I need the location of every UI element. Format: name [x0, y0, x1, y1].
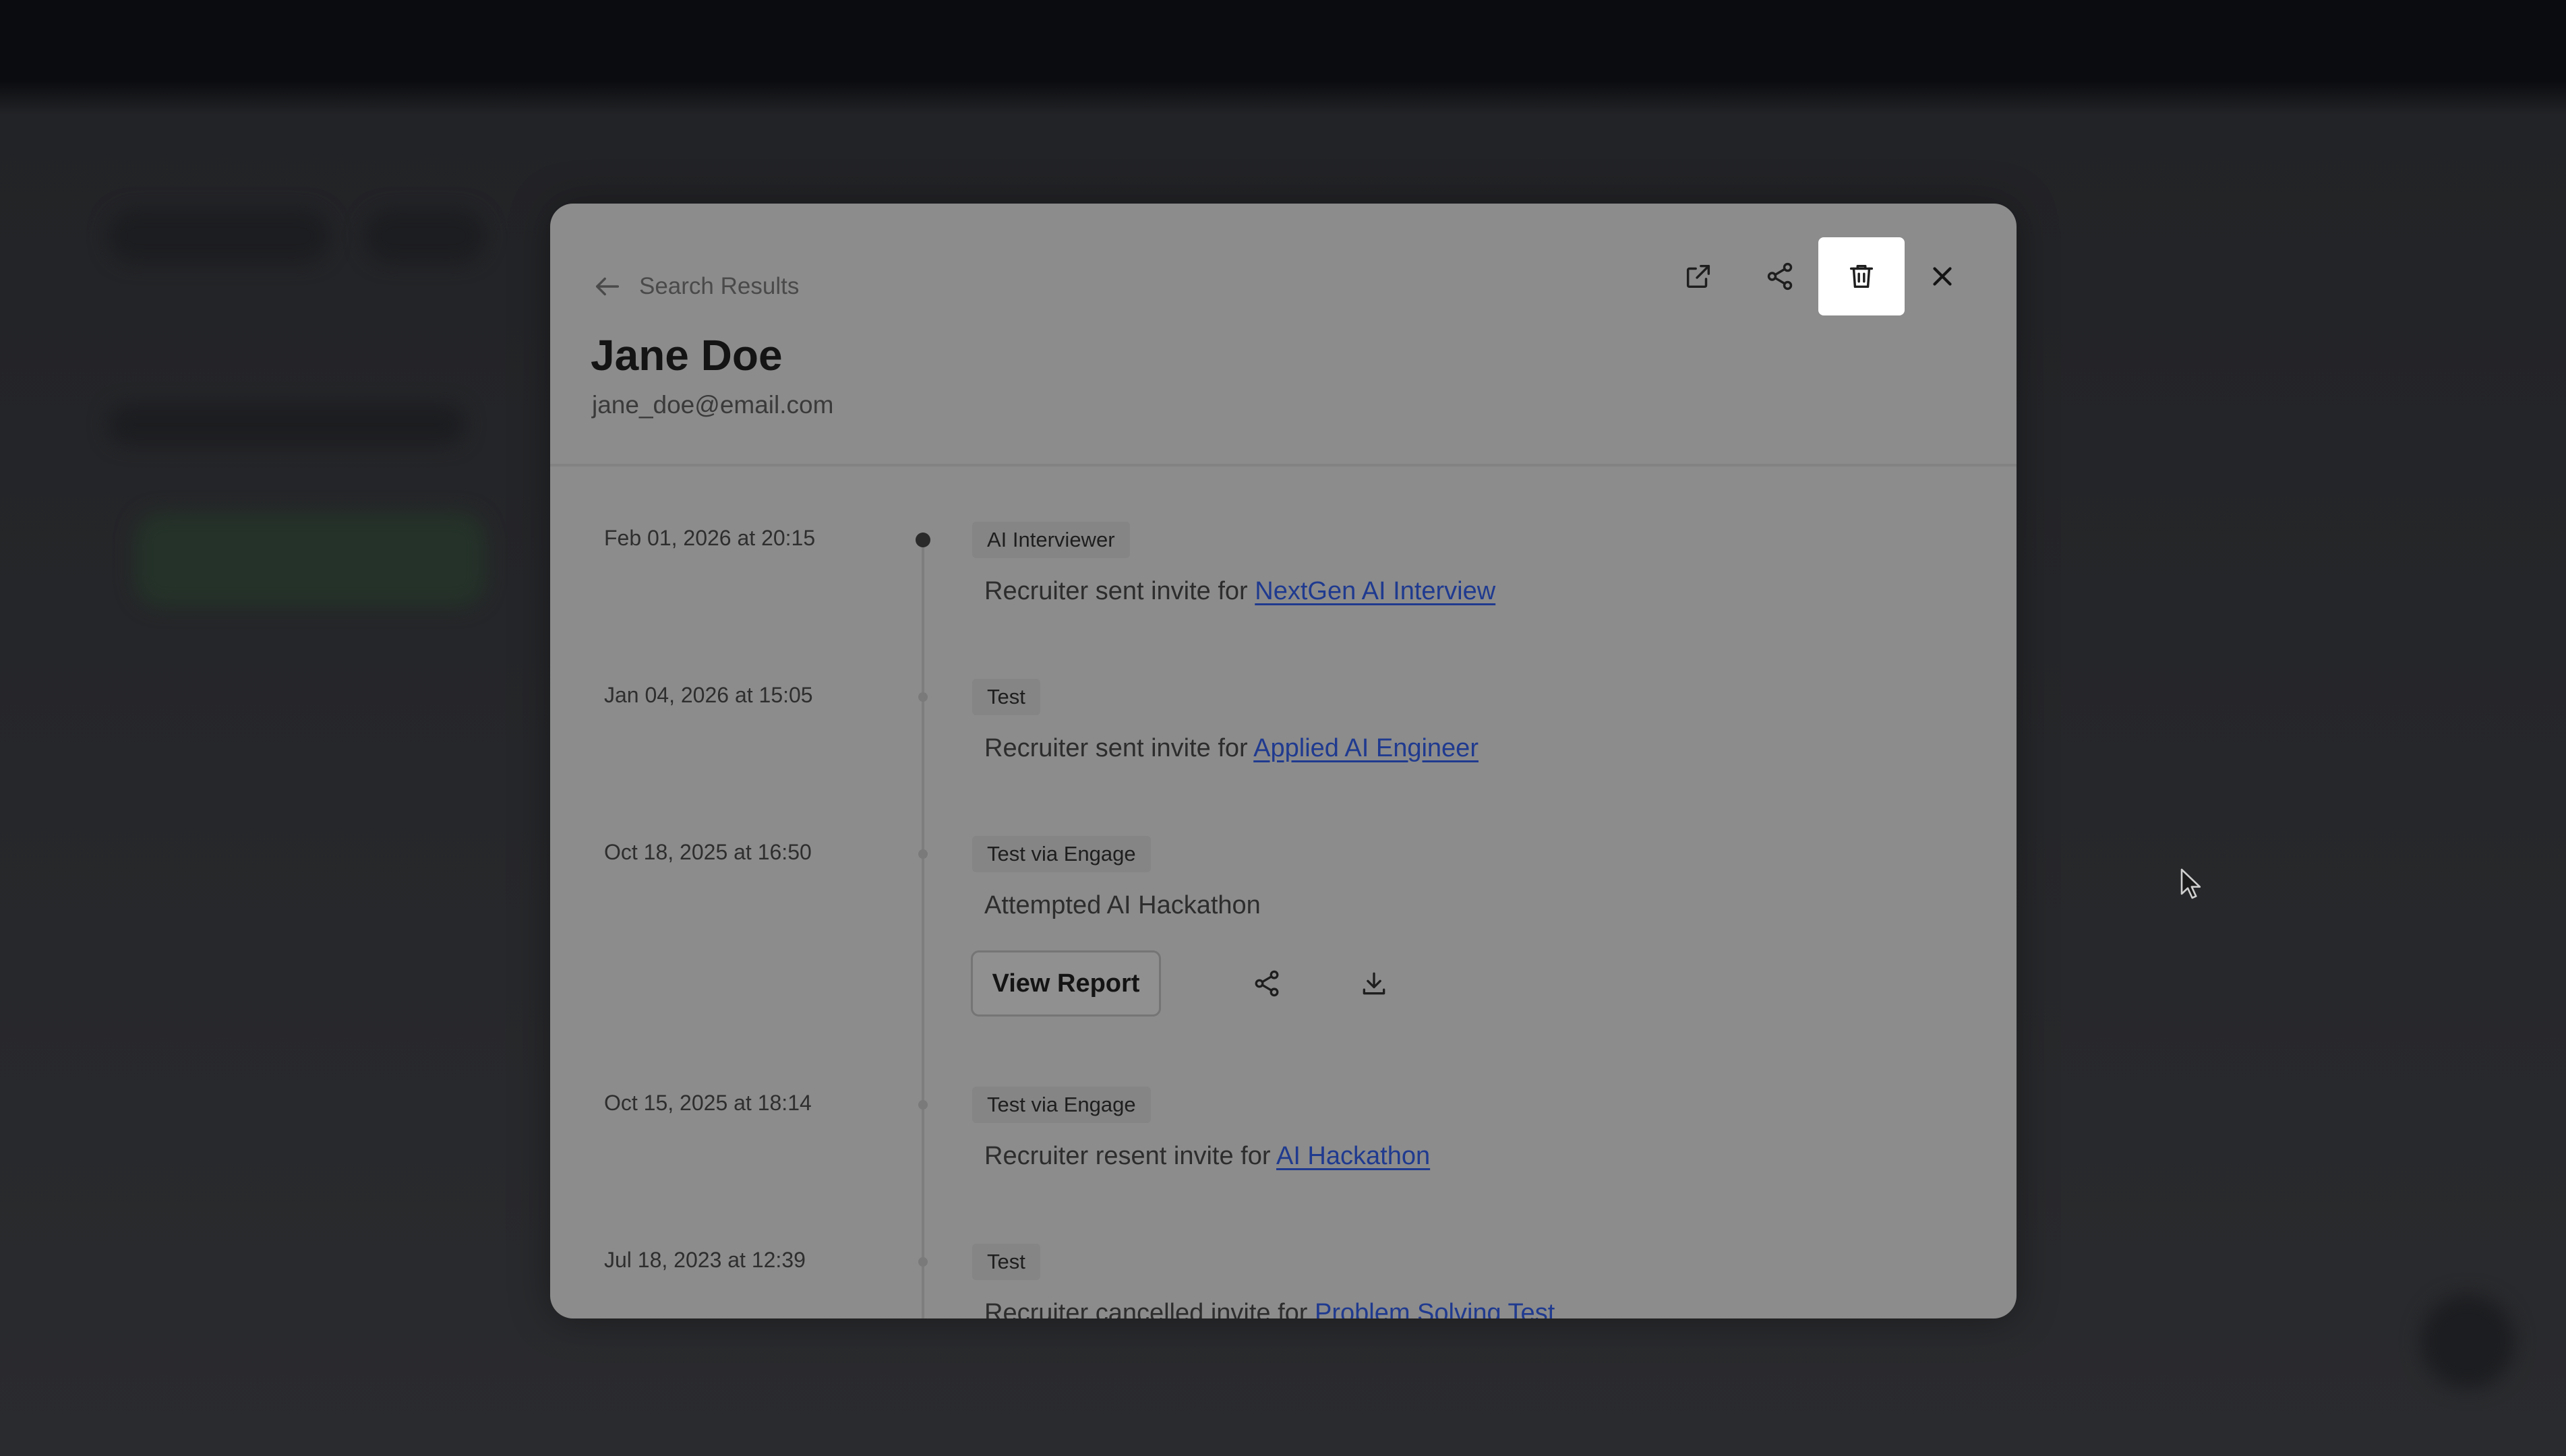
- background-blurred-text: [108, 404, 465, 445]
- activity-type-badge: AI Interviewer: [972, 522, 1130, 558]
- event-text: Recruiter cancelled invite for: [984, 1299, 1315, 1318]
- candidate-activity-modal: Search Results Jane Doe jane_doe@email.c…: [550, 204, 2017, 1318]
- timeline-date: Feb 01, 2026 at 20:15: [604, 526, 816, 550]
- open-external-icon: [1686, 264, 1710, 289]
- candidate-email: jane_doe@email.com: [592, 391, 834, 419]
- activity-type-badge: Test via Engage: [972, 1087, 1151, 1123]
- candidate-name: Jane Doe: [591, 331, 783, 380]
- timeline-date: Oct 15, 2025 at 18:14: [604, 1091, 812, 1115]
- event-text: Attempted AI Hackathon: [984, 891, 1261, 919]
- timeline-date: Jul 18, 2023 at 12:39: [604, 1248, 806, 1272]
- timeline-dot: [918, 849, 928, 859]
- timeline-event: Recruiter sent invite for NextGen AI Int…: [984, 577, 1495, 606]
- background-blurred-title: [108, 209, 330, 263]
- background-blurred-avatar: [2420, 1294, 2515, 1389]
- assessment-link[interactable]: Applied AI Engineer: [1253, 734, 1479, 762]
- activity-type-badge: Test via Engage: [972, 836, 1151, 872]
- download-icon: [1363, 972, 1385, 995]
- timeline-event: Attempted AI Hackathon: [984, 891, 1261, 920]
- timeline-event: Recruiter cancelled invite for Problem S…: [984, 1299, 1555, 1318]
- assessment-link[interactable]: AI Hackathon: [1276, 1142, 1430, 1170]
- mouse-cursor-icon: [2180, 868, 2201, 899]
- view-report-button[interactable]: View Report: [971, 950, 1161, 1017]
- timeline-event: Recruiter sent invite for Applied AI Eng…: [984, 734, 1479, 763]
- timeline-dot: [918, 1257, 928, 1267]
- close-icon: [1933, 267, 1952, 286]
- download-report-button[interactable]: [1347, 957, 1401, 1010]
- timeline-dot: [918, 1100, 928, 1110]
- background-blurred-card: [135, 512, 485, 607]
- share-icon: [1767, 262, 1793, 291]
- event-text: Recruiter resent invite for: [984, 1142, 1276, 1170]
- timeline-dot: [918, 692, 928, 702]
- share-report-button[interactable]: [1240, 957, 1294, 1010]
- share-icon: [1255, 970, 1279, 997]
- event-text: Recruiter sent invite for: [984, 577, 1255, 605]
- timeline-date: Oct 18, 2025 at 16:50: [604, 840, 812, 864]
- timeline-event: Recruiter resent invite for AI Hackathon: [984, 1142, 1430, 1171]
- close-button[interactable]: [1899, 237, 1986, 315]
- activity-type-badge: Test: [972, 679, 1040, 715]
- share-button[interactable]: [1737, 237, 1823, 315]
- arrow-left-icon: [595, 277, 620, 296]
- trash-icon: [1849, 264, 1874, 289]
- assessment-link[interactable]: Problem Solving Test: [1315, 1299, 1555, 1318]
- back-to-search-results-button[interactable]: Search Results: [592, 262, 799, 311]
- modal-header: Search Results Jane Doe jane_doe@email.c…: [550, 204, 2017, 466]
- activity-type-badge: Test: [972, 1244, 1040, 1280]
- open-in-new-tab-button[interactable]: [1655, 237, 1741, 315]
- delete-button[interactable]: [1818, 237, 1905, 315]
- timeline-dot-current: [916, 533, 930, 547]
- event-text: Recruiter sent invite for: [984, 734, 1254, 762]
- timeline-date: Jan 04, 2026 at 15:05: [604, 683, 813, 707]
- assessment-link[interactable]: NextGen AI Interview: [1255, 577, 1495, 605]
- background-blurred-button: [364, 209, 485, 263]
- back-label: Search Results: [639, 273, 800, 299]
- timeline-line: [922, 541, 924, 1318]
